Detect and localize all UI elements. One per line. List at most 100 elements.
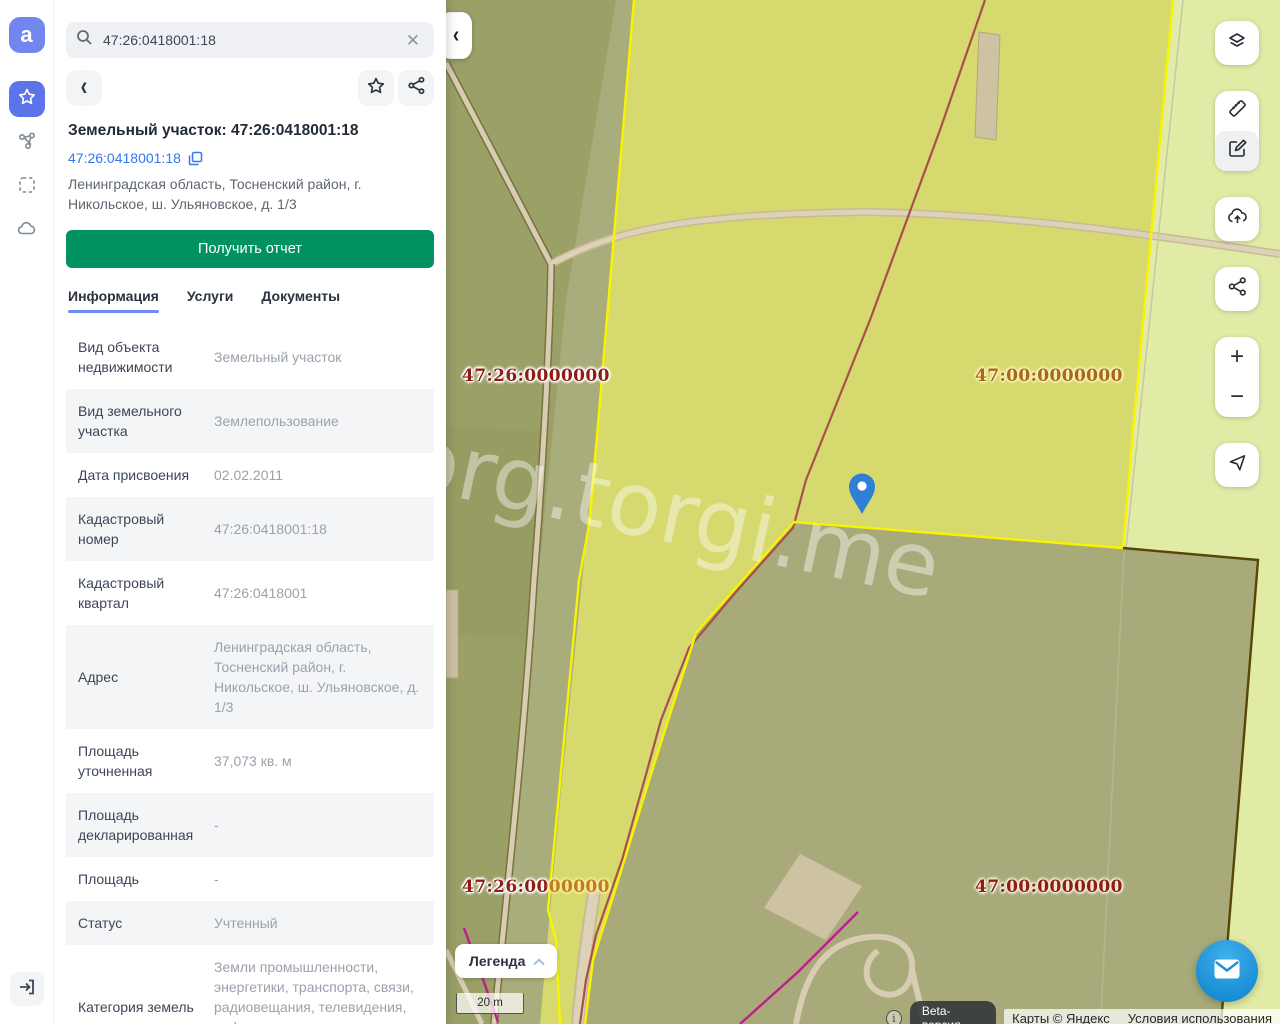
edit-pencil-icon bbox=[1227, 138, 1248, 164]
ruler-icon bbox=[1227, 98, 1248, 124]
table-row: Вид земельного участка Землепользование bbox=[66, 389, 434, 453]
app-logo[interactable]: a bbox=[9, 17, 45, 53]
row-label: Статус bbox=[78, 909, 210, 937]
vector-nodes-icon bbox=[17, 131, 37, 156]
search-clear-icon[interactable]: ✕ bbox=[402, 30, 424, 51]
detail-panel: ✕ ‹ Земельный участок: 47:26:0418001:18 … bbox=[54, 0, 446, 1024]
back-icon: ‹ bbox=[81, 71, 88, 102]
row-label: Площадь декларированная bbox=[78, 801, 210, 849]
navigation-arrow-icon bbox=[1227, 452, 1248, 478]
building-strip-top[interactable] bbox=[975, 32, 1000, 140]
chevron-up-icon bbox=[533, 953, 545, 969]
star-icon bbox=[17, 87, 37, 112]
cadastral-link-row: 47:26:0418001:18 bbox=[68, 150, 432, 166]
chat-button[interactable] bbox=[1196, 940, 1258, 1002]
app-root: a bbox=[0, 0, 1280, 1024]
search-icon bbox=[76, 29, 93, 51]
search-bar: ✕ bbox=[66, 22, 434, 58]
map-canvas[interactable] bbox=[446, 0, 1280, 1024]
copy-icon[interactable] bbox=[188, 151, 203, 166]
favorites-rail-button[interactable] bbox=[9, 81, 45, 117]
tab-bar: Информация Услуги Документы bbox=[66, 282, 434, 313]
share-map-button[interactable] bbox=[1215, 267, 1259, 311]
tab-services[interactable]: Услуги bbox=[187, 282, 234, 313]
table-row: Дата присвоения 02.02.2011 bbox=[66, 453, 434, 497]
zoom-in-button[interactable]: + bbox=[1215, 337, 1259, 377]
terms-link[interactable]: Условия использования bbox=[1128, 1011, 1272, 1024]
layers-icon bbox=[1226, 30, 1248, 57]
table-row: Кадастровый номер 47:26:0418001:18 bbox=[66, 497, 434, 561]
tab-documents[interactable]: Документы bbox=[261, 282, 340, 313]
map-container: torg.torgi.me 47:26:0000000 47:00:000000… bbox=[446, 0, 1280, 1024]
area-select-rail-button[interactable] bbox=[9, 169, 45, 205]
row-label: Площадь bbox=[78, 865, 210, 893]
cloud-rail-button[interactable] bbox=[9, 213, 45, 249]
share-object-button[interactable] bbox=[398, 70, 434, 106]
plus-icon: + bbox=[1230, 345, 1244, 369]
row-value: Земли промышленности, энергетики, трансп… bbox=[210, 953, 422, 1024]
row-value: Землепользование bbox=[210, 397, 422, 445]
table-row: Категория земель Земли промышленности, э… bbox=[66, 945, 434, 1024]
table-row: Площадь декларированная - bbox=[66, 793, 434, 857]
cloud-upload-icon bbox=[1226, 206, 1249, 232]
legend-label: Легенда bbox=[469, 953, 525, 969]
dashed-selection-icon bbox=[17, 175, 37, 200]
row-label: Дата присвоения bbox=[78, 461, 210, 489]
row-label: Адрес bbox=[78, 663, 210, 691]
object-address: Ленинградская область, Тосненский район,… bbox=[68, 174, 418, 214]
map-copyright[interactable]: Карты © Яндекс bbox=[1012, 1011, 1110, 1024]
row-value: Ленинградская область, Тосненский район,… bbox=[210, 633, 422, 721]
edit-button[interactable] bbox=[1215, 131, 1259, 171]
left-darker-patch[interactable] bbox=[446, 425, 542, 640]
info-icon[interactable]: i bbox=[886, 1010, 902, 1024]
legend-button[interactable]: Легенда bbox=[455, 944, 557, 978]
table-row: Статус Учтенный bbox=[66, 901, 434, 945]
table-row: Вид объекта недвижимости Земельный участ… bbox=[66, 325, 434, 389]
row-label: Вид земельного участка bbox=[78, 397, 210, 445]
upload-button[interactable] bbox=[1215, 197, 1259, 241]
search-input[interactable] bbox=[103, 32, 402, 48]
object-toolbar: ‹ bbox=[66, 70, 434, 106]
table-row: Адрес Ленинградская область, Тосненский … bbox=[66, 625, 434, 729]
row-label: Площадь уточненная bbox=[78, 737, 210, 785]
row-value: - bbox=[210, 801, 422, 849]
icon-rail: a bbox=[0, 0, 54, 1024]
table-row: Кадастровый квартал 47:26:0418001 bbox=[66, 561, 434, 625]
row-value: Учтенный bbox=[210, 909, 422, 937]
back-button[interactable]: ‹ bbox=[66, 70, 102, 106]
star-outline-icon bbox=[366, 76, 386, 101]
beta-badge: Beta-версия bbox=[910, 1001, 996, 1024]
building-strip-left[interactable] bbox=[446, 590, 458, 678]
row-value: 47:26:0418001:18 bbox=[210, 505, 422, 553]
row-label: Кадастровый квартал bbox=[78, 569, 210, 617]
attribution-zone: i Beta-версия Карты © Яндекс Условия исп… bbox=[886, 1001, 1280, 1024]
cadastral-number-link[interactable]: 47:26:0418001:18 bbox=[68, 150, 181, 166]
measure-edit-group bbox=[1215, 91, 1259, 171]
zoom-group: + − bbox=[1215, 337, 1259, 417]
zoom-out-button[interactable]: − bbox=[1215, 377, 1259, 417]
info-table: Вид объекта недвижимости Земельный участ… bbox=[66, 325, 434, 1024]
share-icon bbox=[1227, 276, 1248, 302]
table-row: Площадь - bbox=[66, 857, 434, 901]
row-label: Вид объекта недвижимости bbox=[78, 333, 210, 381]
layers-button[interactable] bbox=[1215, 21, 1259, 65]
vector-nodes-rail-button[interactable] bbox=[9, 125, 45, 161]
table-row: Площадь уточненная 37,073 кв. м bbox=[66, 729, 434, 793]
scale-bar: 20 m bbox=[456, 993, 524, 1014]
sign-in-button[interactable] bbox=[10, 972, 44, 1006]
collapse-panel-button[interactable]: ‹ bbox=[446, 12, 472, 59]
get-report-button[interactable]: Получить отчет bbox=[66, 230, 434, 268]
favorite-object-button[interactable] bbox=[358, 70, 394, 106]
ruler-button[interactable] bbox=[1215, 91, 1259, 131]
chevron-left-icon: ‹ bbox=[453, 22, 459, 48]
row-value: - bbox=[210, 865, 422, 893]
row-value: Земельный участок bbox=[210, 333, 422, 381]
object-title: Земельный участок: 47:26:0418001:18 bbox=[68, 122, 432, 140]
minus-icon: − bbox=[1230, 385, 1244, 409]
row-value: 02.02.2011 bbox=[210, 461, 422, 489]
locate-button[interactable] bbox=[1215, 443, 1259, 487]
tab-information[interactable]: Информация bbox=[68, 282, 159, 313]
cloud-icon bbox=[16, 219, 38, 244]
envelope-icon bbox=[1213, 958, 1241, 985]
share-icon bbox=[407, 76, 426, 100]
